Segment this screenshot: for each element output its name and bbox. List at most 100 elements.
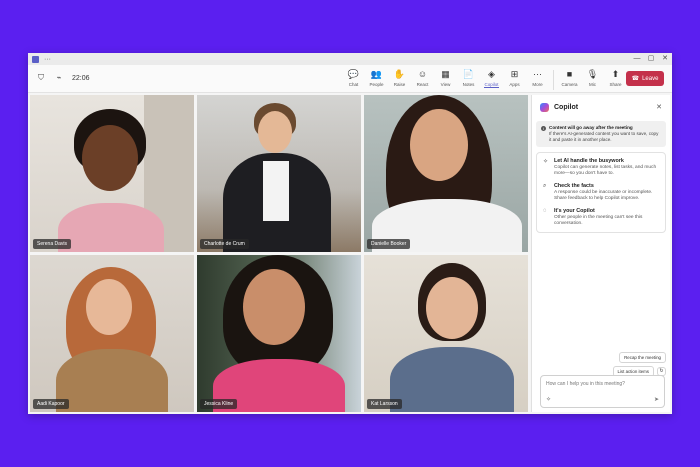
view-label: View bbox=[440, 82, 451, 87]
raise-label: Raise bbox=[393, 82, 406, 87]
apps-button[interactable]: ⊞ Apps bbox=[503, 68, 526, 90]
participant-name: Danielle Booker bbox=[367, 239, 411, 249]
chat-icon: 💬 bbox=[347, 69, 360, 79]
phone-hangup-icon: ☎ bbox=[631, 76, 640, 82]
participant-face bbox=[86, 279, 132, 335]
participant-body bbox=[58, 203, 164, 252]
participant-name: Jessica Kline bbox=[200, 399, 238, 409]
participant-name: Aadi Kapoor bbox=[33, 399, 69, 409]
meeting-toolbar: ⛉ ⌁ 22:06 💬 Chat 👥 People ✋ Raise ☺ React ▦ V… bbox=[28, 65, 672, 93]
people-button[interactable]: 👥 People bbox=[365, 68, 388, 90]
shield-icon[interactable]: ⛉ bbox=[36, 73, 46, 83]
suggested-prompts: Recap the meeting List action items ↻ bbox=[612, 352, 666, 377]
share-icon: ⬆ bbox=[611, 69, 620, 79]
camera-icon: ■ bbox=[566, 69, 573, 79]
notes-icon: 📄 bbox=[462, 69, 475, 79]
titlebar-more-icon[interactable]: ··· bbox=[44, 56, 51, 63]
content-notice: i Content will go away after the meeting… bbox=[536, 121, 666, 147]
leave-button[interactable]: ☎ Leave bbox=[626, 71, 664, 86]
copilot-label: Copilot bbox=[484, 82, 499, 88]
close-window-icon[interactable]: ✕ bbox=[658, 53, 672, 65]
copilot-intro-card: ✧ Let AI handle the busywork Copilot can … bbox=[536, 152, 666, 233]
notice-heading: Content will go away after the meeting bbox=[549, 125, 633, 130]
share-label: Share bbox=[609, 82, 622, 87]
copilot-logo-icon bbox=[540, 102, 549, 112]
participant-body bbox=[56, 349, 168, 412]
chat-label: Chat bbox=[348, 82, 359, 87]
chat-button[interactable]: 💬 Chat bbox=[342, 68, 365, 90]
people-label: People bbox=[369, 82, 384, 87]
view-button[interactable]: ▦ View bbox=[434, 68, 457, 90]
participant-tile[interactable]: Jessica Kline bbox=[197, 255, 361, 412]
send-icon[interactable]: ➤ bbox=[654, 396, 659, 403]
apps-icon: ⊞ bbox=[510, 69, 519, 79]
intro-item-desc: A response could be inaccurate or incomp… bbox=[554, 190, 653, 201]
intro-item-desc: Other people in the meeting can't see th… bbox=[554, 215, 643, 226]
participant-face bbox=[82, 125, 138, 191]
more-icon: ··· bbox=[533, 69, 542, 79]
copilot-input-box[interactable]: How can I help you in this meeting? ✧ ➤ bbox=[540, 375, 665, 408]
close-icon[interactable]: ✕ bbox=[656, 103, 662, 111]
copilot-button[interactable]: ◈ Copilot bbox=[480, 68, 503, 90]
maximize-icon[interactable]: ▢ bbox=[644, 53, 658, 65]
meeting-timer: 22:06 bbox=[72, 74, 90, 82]
teams-meeting-window: ··· — ▢ ✕ ⛉ ⌁ 22:06 💬 Chat 👥 People ✋ Raise… bbox=[28, 53, 672, 414]
participant-face bbox=[243, 269, 305, 345]
view-icon: ▦ bbox=[441, 69, 450, 79]
intro-item: ⌕ Check the facts A response could be ina… bbox=[543, 183, 659, 202]
more-button[interactable]: ··· More bbox=[526, 68, 549, 90]
leave-label: Leave bbox=[642, 75, 659, 82]
notice-text: If there's AI-generated content you want… bbox=[549, 131, 659, 142]
participant-face bbox=[258, 111, 292, 153]
mic-icon: 🎙 bbox=[586, 69, 599, 79]
apps-label: Apps bbox=[509, 82, 520, 87]
share-button[interactable]: ⬆ Share bbox=[604, 68, 627, 90]
title-bar: ··· — ▢ ✕ bbox=[28, 53, 672, 65]
notes-label: Notes bbox=[462, 82, 475, 87]
intro-item-title: It's your Copilot bbox=[554, 208, 595, 214]
camera-label: Camera bbox=[561, 82, 578, 87]
search-check-icon: ⌕ bbox=[543, 183, 547, 189]
participant-tile[interactable]: Kat Larsson bbox=[364, 255, 528, 412]
more-label: More bbox=[532, 82, 543, 87]
video-grid: Serena Davis Charlotte de Crum Danielle … bbox=[30, 95, 528, 412]
react-button[interactable]: ☺ React bbox=[411, 68, 434, 90]
sparkle-icon: ✧ bbox=[543, 159, 549, 165]
intro-item-title: Let AI handle the busywork bbox=[554, 158, 624, 164]
participant-body bbox=[390, 347, 514, 412]
participant-face bbox=[426, 277, 478, 339]
copilot-title: Copilot bbox=[554, 103, 579, 111]
camera-button[interactable]: ■ Camera bbox=[558, 68, 581, 90]
attach-prompt-icon[interactable]: ✧ bbox=[546, 396, 551, 403]
toolbar-buttons: 💬 Chat 👥 People ✋ Raise ☺ React ▦ View 📄 Notes… bbox=[342, 68, 627, 90]
participant-face bbox=[410, 109, 468, 181]
participant-tile[interactable]: Serena Davis bbox=[30, 95, 194, 252]
notes-button[interactable]: 📄 Notes bbox=[457, 68, 480, 90]
connection-icon[interactable]: ⌁ bbox=[54, 73, 64, 83]
participant-tile[interactable]: Charlotte de Crum bbox=[197, 95, 361, 252]
intro-item: ◌ It's your Copilot Other people in the m… bbox=[543, 208, 659, 227]
copilot-input-placeholder: How can I help you in this meeting? bbox=[546, 381, 625, 387]
participant-tile[interactable]: Danielle Booker bbox=[364, 95, 528, 252]
intro-item-desc: Copilot can generate notes, list tasks, … bbox=[554, 165, 657, 176]
react-label: React bbox=[416, 82, 429, 87]
people-icon: 👥 bbox=[370, 69, 383, 79]
window-controls: — ▢ ✕ bbox=[630, 53, 672, 65]
intro-item: ✧ Let AI handle the busywork Copilot can … bbox=[543, 158, 659, 177]
privacy-icon: ◌ bbox=[543, 208, 547, 214]
copilot-icon: ◈ bbox=[488, 69, 495, 79]
intro-item-title: Check the facts bbox=[554, 183, 594, 189]
participant-name: Serena Davis bbox=[33, 239, 72, 249]
minimize-icon[interactable]: — bbox=[630, 53, 644, 65]
info-icon: i bbox=[541, 126, 546, 131]
participant-name: Kat Larsson bbox=[367, 399, 402, 409]
raise-button[interactable]: ✋ Raise bbox=[388, 68, 411, 90]
participant-tile[interactable]: Aadi Kapoor bbox=[30, 255, 194, 412]
copilot-panel: Copilot ✕ i Content will go away after t… bbox=[531, 95, 670, 412]
participant-name: Charlotte de Crum bbox=[200, 239, 249, 249]
mic-button[interactable]: 🎙 Mic bbox=[581, 68, 604, 90]
react-icon: ☺ bbox=[417, 69, 428, 79]
recap-meeting-chip[interactable]: Recap the meeting bbox=[619, 352, 666, 363]
toolbar-divider bbox=[553, 70, 554, 90]
mic-label: Mic bbox=[589, 82, 596, 87]
